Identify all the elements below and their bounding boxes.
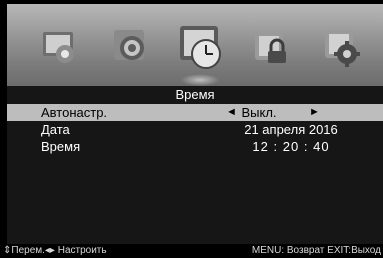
footer-hint-bar: ⇕Перем.◂▸ Настроить MENU: Возврат EXIT:В… [0, 244, 383, 258]
date-row[interactable]: Дата 21 апреля 2016 [7, 121, 383, 138]
navigation-hint: ⇕Перем.◂▸ Настроить [3, 245, 107, 256]
date-label: Дата [41, 122, 70, 137]
auto-setting-value: Выкл. [241, 105, 277, 120]
settings-icon[interactable] [313, 18, 369, 74]
minutes-value[interactable]: 20 [283, 139, 299, 154]
seconds-value[interactable]: 40 [313, 139, 329, 154]
right-arrow-icon[interactable]: ► [309, 104, 320, 121]
auto-setting-row[interactable]: Автонастр. ◄ Выкл. ► [7, 104, 383, 121]
time-separator: : [273, 139, 279, 154]
time-value: 12 : 20 : 40 [215, 138, 367, 155]
time-separator: : [303, 139, 309, 154]
category-icon-bar [7, 4, 383, 86]
lock-icon[interactable] [243, 18, 299, 74]
menu-exit-hint: MENU: Возврат EXIT:Выход [251, 245, 381, 256]
time-icon[interactable] [172, 18, 228, 86]
auto-setting-label: Автонастр. [41, 105, 108, 120]
date-value: 21 апреля 2016 [244, 122, 338, 137]
time-label: Время [41, 139, 81, 154]
menu-rows: Автонастр. ◄ Выкл. ► Дата 21 апреля 2016… [7, 104, 383, 155]
sound-icon[interactable] [102, 18, 158, 74]
osd-menu: Время Автонастр. ◄ Выкл. ► Дата 21 апрел… [7, 4, 383, 258]
menu-title: Время [175, 87, 215, 102]
hours-value[interactable]: 12 [252, 139, 268, 154]
picture-icon[interactable] [31, 18, 87, 74]
time-row[interactable]: Время 12 : 20 : 40 [7, 138, 383, 155]
